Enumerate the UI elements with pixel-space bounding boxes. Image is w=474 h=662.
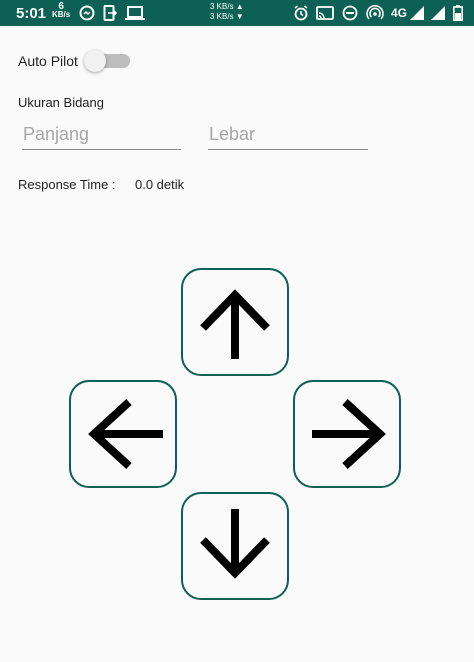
signal-icon	[410, 6, 424, 20]
switch-thumb	[84, 50, 106, 72]
network-down: 3 KB/s ▼	[210, 12, 244, 21]
exit-icon	[103, 5, 117, 21]
arrow-left-icon	[88, 399, 163, 469]
dnd-icon	[342, 5, 358, 21]
length-input[interactable]	[22, 121, 181, 150]
auto-pilot-label: Auto Pilot	[18, 53, 78, 69]
laptop-icon	[125, 6, 145, 20]
left-button[interactable]	[69, 380, 177, 488]
messenger-icon	[79, 5, 95, 21]
arrow-up-icon	[200, 289, 270, 359]
signal-2-icon	[431, 6, 445, 20]
network-speed: 3 KB/s ▲ 3 KB/s ▼	[210, 2, 244, 22]
field-size-label: Ukuran Bidang	[18, 95, 104, 110]
status-speed: 6 KB/s	[52, 2, 71, 19]
right-button[interactable]	[293, 380, 401, 488]
arrow-down-icon	[200, 509, 270, 579]
status-bar: 5:01 6 KB/s 3 KB/s ▲ 3 KB/s ▼ 4G	[0, 0, 474, 26]
width-input[interactable]	[208, 121, 368, 150]
network-up: 3 KB/s ▲	[210, 2, 244, 11]
alarm-icon	[294, 5, 308, 21]
response-time-label: Response Time :	[18, 177, 116, 192]
down-button[interactable]	[181, 492, 289, 600]
up-button[interactable]	[181, 268, 289, 376]
auto-pilot-switch[interactable]	[84, 49, 132, 73]
hotspot-icon	[366, 5, 384, 20]
response-time-value: 0.0 detik	[135, 177, 185, 192]
status-speed-unit: KB/s	[52, 10, 71, 19]
cast-icon	[316, 6, 334, 20]
status-time: 5:01	[16, 5, 47, 22]
arrow-right-icon	[312, 399, 386, 469]
network-type: 4G	[391, 6, 408, 20]
battery-icon	[453, 5, 463, 21]
